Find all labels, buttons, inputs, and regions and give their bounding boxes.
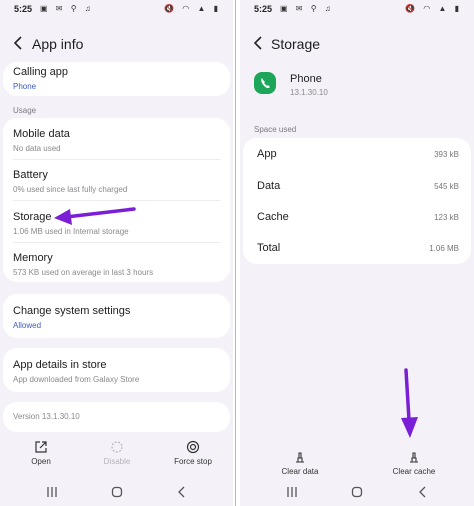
recents-icon[interactable]: [284, 486, 300, 498]
store-sub: App downloaded from Galaxy Store: [13, 375, 140, 384]
clear-cache-button[interactable]: Clear cache: [390, 450, 438, 476]
bottom-actions: Clear data Clear cache: [240, 440, 474, 480]
app-bar: App info: [0, 30, 233, 60]
navigation-bar: [240, 482, 474, 502]
memory-item[interactable]: Memory 573 KB used on average in last 3 …: [13, 252, 220, 277]
battery-sub: 0% used since last fully charged: [13, 185, 128, 194]
clear-data-label: Clear data: [281, 467, 319, 476]
clear-cache-icon: [410, 452, 418, 463]
notification-icons: ▣ ✉ ⚲ ♫: [40, 4, 94, 13]
usage-card: Mobile data No data used Battery 0% used…: [3, 118, 230, 282]
app-name: Phone: [290, 73, 322, 85]
system-status-icons: 🔇 ◠ ▲ ▮: [164, 4, 221, 13]
disable-button: Disable: [99, 440, 135, 466]
storage-item[interactable]: Storage 1.06 MB used in Internal storage: [13, 211, 220, 236]
app-bar: Storage: [240, 30, 474, 60]
system-settings-item[interactable]: Change system settings Allowed: [13, 305, 220, 330]
open-button[interactable]: Open: [24, 440, 58, 466]
store-label: App details in store: [13, 359, 107, 371]
mobile-data-label: Mobile data: [13, 128, 70, 140]
space-used-card: App 393 kB Data 545 kB Cache 123 kB Tota…: [243, 138, 471, 264]
memory-sub: 573 KB used on average in last 3 hours: [13, 268, 154, 277]
store-card[interactable]: App details in store App downloaded from…: [3, 348, 230, 392]
status-bar: 5:25 ▣ ✉ ⚲ ♫ 🔇 ◠ ▲ ▮: [240, 0, 474, 18]
store-item[interactable]: App details in store App downloaded from…: [13, 359, 220, 384]
divider: [13, 242, 220, 243]
calling-app-label: Calling app: [13, 66, 69, 78]
force-stop-button[interactable]: Force stop: [170, 440, 216, 466]
storage-sub: 1.06 MB used in Internal storage: [13, 227, 129, 236]
divider: [13, 159, 220, 160]
open-icon: [35, 441, 47, 453]
navigation-bar: [0, 482, 233, 502]
app-version: 13.1.30.10: [290, 88, 328, 97]
bottom-actions: Open Disable Force stop: [0, 440, 233, 480]
clear-cache-label: Clear cache: [392, 467, 436, 476]
status-time: 5:25: [14, 4, 33, 14]
system-settings-card[interactable]: Change system settings Allowed: [3, 294, 230, 338]
memory-label: Memory: [13, 252, 53, 264]
home-icon[interactable]: [109, 486, 125, 498]
usage-section-label: Usage: [13, 106, 37, 115]
panel-divider: [235, 0, 236, 506]
page-title: App info: [32, 36, 84, 52]
notification-icons: ▣ ✉ ⚲ ♫: [280, 4, 334, 13]
storage-row-data: Data 545 kB: [257, 178, 459, 198]
back-arrow-icon[interactable]: [250, 34, 268, 52]
disable-label: Disable: [103, 457, 131, 466]
annotation-arrow: [401, 368, 418, 438]
row-label: App: [257, 148, 277, 160]
back-arrow-icon[interactable]: [10, 34, 28, 52]
storage-row-total: Total 1.06 MB: [257, 240, 459, 260]
version-card: Version 13.1.30.10: [3, 402, 230, 432]
disable-icon: [111, 441, 123, 453]
storage-row-app: App 393 kB: [257, 146, 459, 166]
calling-app-card[interactable]: Calling app Phone: [3, 62, 230, 96]
row-value: 123 kB: [434, 213, 459, 222]
mobile-data-sub: No data used: [13, 144, 61, 153]
back-nav-icon[interactable]: [174, 486, 190, 498]
clear-data-icon: [296, 452, 304, 463]
row-value: 393 kB: [434, 150, 459, 159]
page-title: Storage: [271, 36, 321, 52]
status-time: 5:25: [254, 4, 273, 14]
force-stop-label: Force stop: [174, 457, 212, 466]
divider: [13, 200, 220, 201]
row-label: Data: [257, 180, 281, 192]
row-value: 545 kB: [434, 182, 459, 191]
back-nav-icon[interactable]: [415, 486, 431, 498]
home-icon[interactable]: [349, 486, 365, 498]
force-stop-icon: [186, 440, 200, 454]
calling-app-value: Phone: [13, 82, 37, 91]
mobile-data-item[interactable]: Mobile data No data used: [13, 128, 220, 153]
system-settings-value: Allowed: [13, 321, 42, 330]
row-label: Cache: [257, 211, 289, 223]
recents-icon[interactable]: [44, 486, 60, 498]
row-label: Total: [257, 242, 281, 254]
open-label: Open: [31, 457, 51, 466]
status-bar: 5:25 ▣ ✉ ⚲ ♫ 🔇 ◠ ▲ ▮: [0, 0, 233, 18]
app-info-screen: 5:25 ▣ ✉ ⚲ ♫ 🔇 ◠ ▲ ▮ App info Calling ap…: [0, 0, 233, 506]
battery-item[interactable]: Battery 0% used since last fully charged: [13, 169, 220, 194]
storage-screen: 5:25 ▣ ✉ ⚲ ♫ 🔇 ◠ ▲ ▮ Storage Phone 13.1.…: [240, 0, 474, 506]
storage-row-cache: Cache 123 kB: [257, 209, 459, 229]
calling-app-item[interactable]: Calling app Phone: [13, 66, 220, 91]
version-text: Version 13.1.30.10: [13, 412, 80, 421]
row-value: 1.06 MB: [429, 244, 459, 253]
space-used-label: Space used: [254, 125, 297, 134]
storage-label: Storage: [13, 211, 52, 223]
phone-app-icon: [254, 72, 276, 94]
system-status-icons: 🔇 ◠ ▲ ▮: [405, 4, 462, 13]
battery-label: Battery: [13, 169, 48, 181]
clear-data-button[interactable]: Clear data: [278, 450, 322, 476]
system-settings-label: Change system settings: [13, 305, 131, 317]
